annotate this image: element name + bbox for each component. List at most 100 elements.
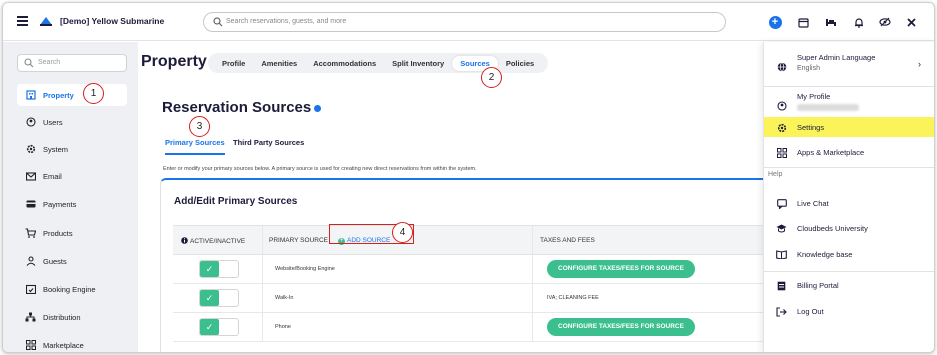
sidebar-search-input[interactable]: Search bbox=[17, 54, 127, 72]
gear-icon bbox=[776, 122, 787, 133]
card-title: Add/Edit Primary Sources bbox=[174, 196, 298, 207]
calendar-button[interactable] bbox=[795, 14, 811, 30]
bed-icon bbox=[826, 19, 836, 26]
apps-grid-icon bbox=[776, 147, 787, 158]
sidebar-item-marketplace[interactable]: Marketplace bbox=[17, 334, 127, 352]
source-name: Phone bbox=[275, 324, 291, 330]
sidebar-item-label: System bbox=[43, 144, 69, 154]
sidebar-item-booking-engine[interactable]: Booking Engine bbox=[17, 278, 127, 300]
tab-primary-sources[interactable]: Primary Sources bbox=[165, 138, 225, 155]
tab-profile[interactable]: Profile bbox=[214, 56, 253, 71]
sidebar-item-payments[interactable]: Payments bbox=[17, 193, 127, 215]
check-icon: ✓ bbox=[200, 261, 219, 277]
hamburger-menu-icon[interactable] bbox=[17, 16, 28, 26]
sidebar-item-label: Booking Engine bbox=[43, 284, 96, 294]
notifications-button[interactable] bbox=[851, 14, 867, 30]
menu-divider bbox=[764, 167, 934, 168]
table-row: ✓ Phone CONFIGURE TAXES/FEES FOR SOURCE bbox=[173, 313, 773, 342]
primary-sources-card: Add/Edit Primary Sources ACTIVE/INACTIVE… bbox=[160, 178, 773, 352]
sidebar: Search Property Users System Email Payme… bbox=[3, 42, 138, 352]
sidebar-item-property[interactable]: Property bbox=[17, 84, 127, 106]
configure-taxes-button[interactable]: CONFIGURE TAXES/FEES FOR SOURCE bbox=[547, 260, 695, 278]
sidebar-item-label: Distribution bbox=[43, 312, 81, 322]
book-icon bbox=[776, 249, 787, 260]
callout-1: 1 bbox=[83, 83, 104, 104]
search-icon bbox=[213, 17, 223, 27]
sidebar-item-system[interactable]: System bbox=[17, 138, 127, 160]
callout-4: 4 bbox=[392, 222, 413, 243]
language-title: Super Admin Language bbox=[797, 53, 876, 62]
column-active-label: ACTIVE/INACTIVE bbox=[190, 238, 246, 245]
menu-my-profile[interactable]: My Profile bbox=[764, 90, 934, 118]
column-divider bbox=[532, 313, 533, 341]
bell-icon bbox=[855, 17, 863, 28]
credit-card-icon bbox=[25, 199, 36, 210]
calendar-icon bbox=[797, 17, 809, 28]
sidebar-item-label: Guests bbox=[43, 256, 67, 266]
tab-accommodations[interactable]: Accommodations bbox=[305, 56, 384, 71]
account-button[interactable] bbox=[877, 14, 893, 30]
table-header: ACTIVE/INACTIVE PRIMARY SOURCE + ADD SOUR… bbox=[173, 225, 773, 255]
global-search-input[interactable]: Search reservations, guests, and more bbox=[203, 12, 726, 32]
tab-amenities[interactable]: Amenities bbox=[253, 56, 305, 71]
active-toggle[interactable]: ✓ bbox=[199, 289, 239, 307]
info-icon[interactable] bbox=[314, 104, 322, 112]
taxes-fees-value[interactable]: IVA; CLEANING FEE bbox=[547, 295, 599, 301]
chevron-right-icon: › bbox=[918, 59, 921, 69]
menu-live-chat[interactable]: Live Chat bbox=[764, 193, 934, 215]
column-taxes: TAXES AND FEES bbox=[540, 237, 595, 244]
menu-divider bbox=[764, 86, 934, 87]
sidebar-item-products[interactable]: Products bbox=[17, 222, 127, 244]
person-icon bbox=[25, 256, 36, 267]
column-divider bbox=[262, 313, 263, 341]
menu-billing-portal[interactable]: Billing Portal bbox=[764, 275, 934, 297]
add-new-button[interactable]: + bbox=[767, 14, 783, 30]
logout-label: Log Out bbox=[797, 307, 824, 316]
building-icon bbox=[25, 90, 36, 101]
menu-settings[interactable]: Settings bbox=[764, 117, 934, 137]
document-icon bbox=[776, 280, 787, 291]
property-name[interactable]: [Demo] Yellow Submarine bbox=[60, 16, 164, 26]
help-section-header: Help bbox=[768, 171, 783, 178]
cloud-logo-icon bbox=[40, 17, 52, 26]
graduation-cap-icon bbox=[776, 223, 787, 234]
configure-taxes-button[interactable]: CONFIGURE TAXES/FEES FOR SOURCE bbox=[547, 318, 695, 336]
callout-3: 3 bbox=[189, 116, 210, 137]
close-menu-button[interactable] bbox=[903, 14, 919, 30]
settings-label: Settings bbox=[797, 123, 825, 132]
top-bar: [Demo] Yellow Submarine Search reservati… bbox=[3, 3, 934, 41]
sidebar-item-label: Marketplace bbox=[43, 340, 84, 350]
section-title: Reservation Sources bbox=[162, 99, 322, 116]
menu-knowledge-base[interactable]: Knowledge base bbox=[764, 244, 934, 266]
menu-language[interactable]: Super Admin Language English › bbox=[764, 50, 934, 80]
tab-third-party-sources[interactable]: Third Party Sources bbox=[233, 138, 304, 147]
network-icon bbox=[25, 312, 36, 323]
column-divider bbox=[262, 255, 263, 283]
sidebar-item-users[interactable]: Users bbox=[17, 111, 127, 133]
globe-icon bbox=[776, 61, 787, 72]
table-row: ✓ Walk-In IVA; CLEANING FEE bbox=[173, 284, 773, 313]
university-label: Cloudbeds University bbox=[797, 224, 868, 233]
sidebar-search-placeholder: Search bbox=[38, 59, 61, 66]
menu-log-out[interactable]: Log Out bbox=[764, 301, 934, 323]
sidebar-item-label: Email bbox=[43, 171, 62, 181]
sidebar-item-label: Users bbox=[43, 117, 63, 127]
knowledge-label: Knowledge base bbox=[797, 250, 853, 259]
envelope-icon bbox=[25, 171, 36, 182]
tab-split-inventory[interactable]: Split Inventory bbox=[384, 56, 452, 71]
menu-cloudbeds-university[interactable]: Cloudbeds University bbox=[764, 218, 934, 240]
apps-label: Apps & Marketplace bbox=[797, 148, 865, 157]
chat-icon bbox=[776, 198, 787, 209]
sidebar-item-guests[interactable]: Guests bbox=[17, 250, 127, 272]
sidebar-item-distribution[interactable]: Distribution bbox=[17, 306, 127, 328]
calendar-check-icon bbox=[25, 284, 36, 295]
column-active: ACTIVE/INACTIVE bbox=[181, 237, 245, 245]
account-menu: Super Admin Language English › My Profil… bbox=[763, 42, 934, 352]
sidebar-item-label: Payments bbox=[43, 199, 77, 209]
active-toggle[interactable]: ✓ bbox=[199, 318, 239, 336]
active-toggle[interactable]: ✓ bbox=[199, 260, 239, 278]
housekeeping-button[interactable] bbox=[823, 14, 839, 30]
logout-icon bbox=[776, 306, 787, 317]
menu-apps-marketplace[interactable]: Apps & Marketplace bbox=[764, 142, 934, 164]
sidebar-item-email[interactable]: Email bbox=[17, 165, 127, 187]
